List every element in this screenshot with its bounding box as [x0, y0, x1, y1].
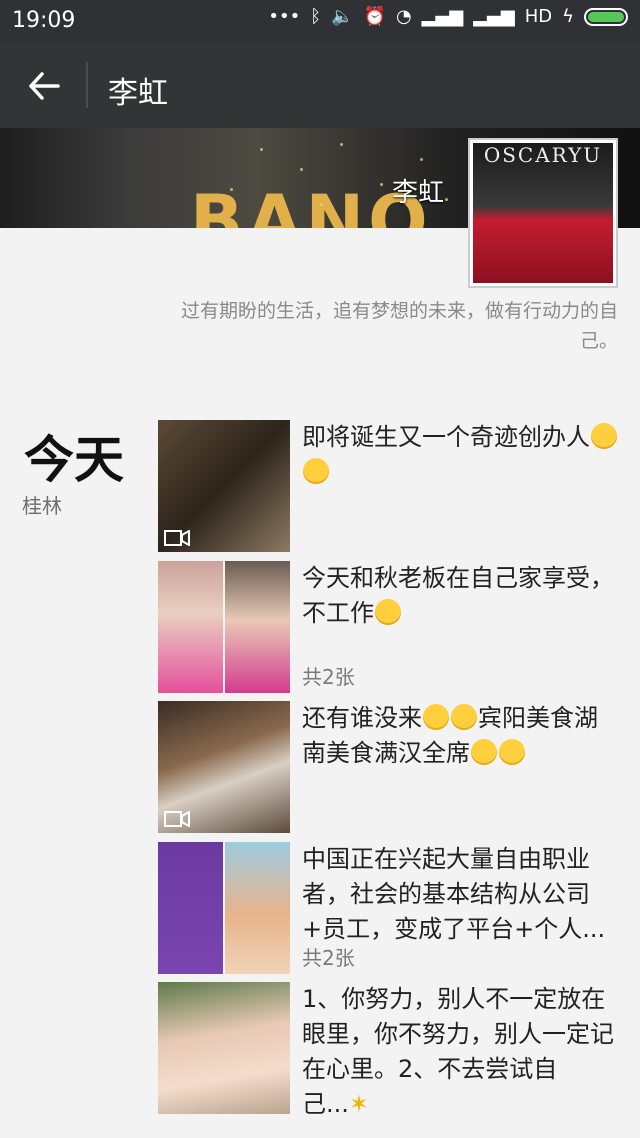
video-icon — [164, 811, 190, 827]
feed-post[interactable]: 还有谁没来 宾阳美食湖南美食满汉全席 — [158, 701, 618, 833]
avatar-image: OSCARYU — [473, 143, 613, 283]
alarm-icon: ⏰ — [363, 6, 386, 27]
post-text: 还有谁没来 宾阳美食湖南美食满汉全席 — [302, 701, 618, 771]
feed-date: 今天 — [24, 431, 124, 489]
post-thumbnail[interactable] — [158, 701, 290, 833]
post-thumbnail[interactable] — [158, 842, 290, 974]
feed-post[interactable]: 中国正在兴起大量自由职业者，社会的基本结构从公司+员工，变成了平台+个人... … — [158, 842, 618, 974]
blush-emoji-icon — [499, 739, 525, 765]
profile-signature: 过有期盼的生活，追有梦想的未来，做有行动力的自己。 — [180, 300, 618, 352]
network-label: HD — [524, 6, 553, 27]
post-thumbnail[interactable] — [158, 420, 290, 552]
status-bar: 19:09 ••• ᛒ 🔈 ⏰ ◔ ▂▄▆ ▂▄▆ HD ϟ — [0, 0, 640, 44]
avatar[interactable]: OSCARYU — [468, 138, 618, 288]
blush-emoji-icon — [451, 704, 477, 730]
back-button[interactable] — [22, 64, 66, 108]
blush-emoji-icon — [423, 704, 449, 730]
header-bar: 李虹 — [0, 44, 640, 128]
post-text: 中国正在兴起大量自由职业者，社会的基本结构从公司+员工，变成了平台+个人... — [302, 845, 606, 943]
status-icons: ••• ᛒ 🔈 ⏰ ◔ ▂▄▆ ▂▄▆ HD ϟ — [268, 6, 628, 27]
post-text: 即将诞生又一个奇迹创办人 — [302, 420, 618, 490]
post-thumbnail[interactable] — [158, 982, 290, 1114]
charging-icon: ϟ — [562, 6, 574, 27]
photo-count: 共2张 — [302, 946, 355, 970]
blush-emoji-icon — [471, 739, 497, 765]
post-text: 1、你努力，别人不一定放在眼里，你不努力，别人一定记在心里。2、不去尝试自己..… — [302, 982, 618, 1122]
feed-post[interactable]: 今天和秋老板在自己家享受，不工作 共2张 — [158, 561, 618, 693]
more-dots-icon: ••• — [268, 6, 301, 27]
hug-emoji-icon — [303, 458, 329, 484]
cover-name: 李虹 — [392, 178, 445, 208]
feed-post[interactable]: 1、你努力，别人不一定放在眼里，你不努力，别人一定记在心里。2、不去尝试自己..… — [158, 982, 618, 1118]
post-text-body: 今天和秋老板在自己家享受，不工作 — [302, 564, 614, 627]
avatar-brand-text: OSCARYU — [483, 143, 603, 167]
feed-post[interactable]: 即将诞生又一个奇迹创办人 — [158, 420, 618, 552]
post-text-body: 即将诞生又一个奇迹创办人 — [302, 423, 590, 451]
page-title: 李虹 — [108, 76, 168, 111]
post-text-body: 还有谁没来 — [302, 704, 422, 732]
post-thumbnail[interactable] — [158, 561, 290, 693]
wifi-icon: ◔ — [395, 6, 412, 27]
bluetooth-icon: ᛒ — [310, 6, 322, 27]
back-arrow-icon — [29, 72, 60, 100]
photo-count: 共2张 — [302, 665, 355, 689]
hug-emoji-icon — [591, 423, 617, 449]
signal-icon-2: ▂▄▆ — [473, 6, 515, 27]
sparkle-emoji-icon: ✶ — [348, 1090, 369, 1118]
post-text: 今天和秋老板在自己家享受，不工作 — [302, 561, 618, 631]
battery-icon — [584, 7, 628, 26]
vibrate-icon: 🔈 — [331, 6, 354, 27]
blush-emoji-icon — [375, 599, 401, 625]
header-divider — [86, 62, 88, 108]
status-time: 19:09 — [12, 8, 76, 33]
video-icon — [164, 530, 190, 546]
signal-icon-1: ▂▄▆ — [421, 6, 464, 27]
feed-location: 桂林 — [22, 494, 62, 518]
